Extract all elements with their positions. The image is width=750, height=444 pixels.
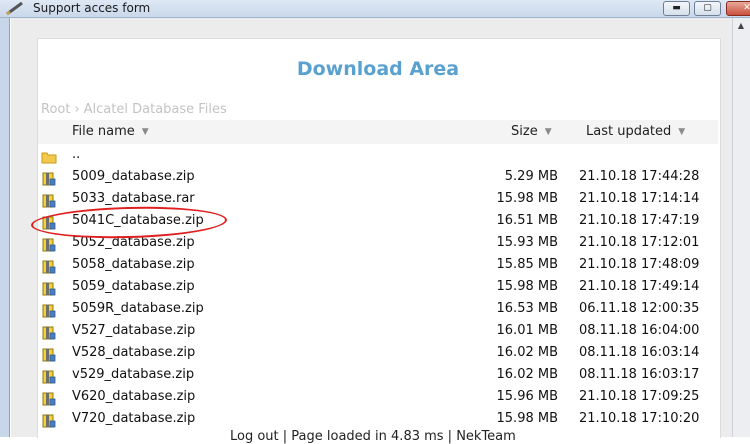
table-row[interactable]: 5009_database.zip 5.29 MB 21.10.18 17:44:2… xyxy=(38,166,718,188)
table-row[interactable]: V528_database.zip 16.02 MB 08.11.18 16:03:… xyxy=(38,342,718,364)
file-name-link[interactable]: 5059_database.zip xyxy=(72,279,195,294)
minimize-button[interactable]: ▬ xyxy=(663,1,690,16)
file-last-updated: 21.10.18 17:12:01 xyxy=(579,235,700,250)
file-size: 16.51 MB xyxy=(496,213,558,228)
file-last-updated: 08.11.18 16:03:14 xyxy=(579,345,700,360)
file-size: 15.98 MB xyxy=(496,411,558,426)
column-header-updated[interactable]: Last updated ▼ xyxy=(586,124,685,139)
file-list: .. 5009_database.zip 5.29 MB 21.10.18 17:44… xyxy=(38,144,718,430)
file-last-updated: 21.10.18 17:48:09 xyxy=(579,257,700,272)
file-last-updated: 06.11.18 12:00:35 xyxy=(579,301,700,316)
zip-file-icon xyxy=(41,413,57,432)
window-frame-left xyxy=(0,18,10,437)
file-last-updated: 21.10.18 17:49:14 xyxy=(579,279,700,294)
column-header-size-label: Size xyxy=(511,124,538,139)
file-last-updated: 21.10.18 17:14:14 xyxy=(579,191,700,206)
file-size: 16.02 MB xyxy=(496,345,558,360)
file-name-link[interactable]: V527_database.zip xyxy=(72,323,195,338)
window-title: Support acces form xyxy=(33,1,151,15)
table-row[interactable]: v529_database.zip 16.02 MB 08.11.18 16:03:… xyxy=(38,364,718,386)
table-row[interactable]: V620_database.zip 15.96 MB 21.10.18 17:09:… xyxy=(38,386,718,408)
file-name-link[interactable]: .. xyxy=(72,147,80,162)
close-button[interactable]: ✕ xyxy=(726,1,750,16)
file-size: 15.85 MB xyxy=(496,257,558,272)
breadcrumb-separator: › xyxy=(74,102,80,117)
breadcrumb: Root › Alcatel Database Files xyxy=(41,102,227,117)
file-last-updated: 21.10.18 17:09:25 xyxy=(579,389,700,404)
table-row[interactable]: V527_database.zip 16.01 MB 08.11.18 16:04:… xyxy=(38,320,718,342)
table-header: File name ▼ Size ▼ Last updated ▼ xyxy=(38,120,718,144)
file-size: 5.29 MB xyxy=(504,169,558,184)
file-last-updated: 08.11.18 16:04:00 xyxy=(579,323,700,338)
file-last-updated: 08.11.18 16:03:17 xyxy=(579,367,700,382)
breadcrumb-current: Alcatel Database Files xyxy=(83,102,227,117)
file-size: 16.01 MB xyxy=(496,323,558,338)
table-row[interactable]: .. xyxy=(38,144,718,166)
page-title: Download Area xyxy=(296,58,460,80)
column-header-name[interactable]: File name ▼ xyxy=(72,124,149,139)
column-header-name-label: File name xyxy=(72,124,135,139)
table-row[interactable]: 5059_database.zip 15.98 MB 21.10.18 17:49:… xyxy=(38,276,718,298)
breadcrumb-root[interactable]: Root xyxy=(41,102,70,117)
file-size: 15.98 MB xyxy=(496,279,558,294)
vertical-scrollbar[interactable] xyxy=(732,18,750,437)
file-name-link[interactable]: 5059R_database.zip xyxy=(72,301,204,316)
file-size: 15.98 MB xyxy=(496,191,558,206)
file-size: 15.96 MB xyxy=(496,389,558,404)
maximize-button[interactable]: ▢ xyxy=(694,1,721,16)
file-name-link[interactable]: V528_database.zip xyxy=(72,345,195,360)
column-header-size[interactable]: Size ▼ xyxy=(511,124,552,139)
file-last-updated: 21.10.18 17:47:19 xyxy=(579,213,700,228)
table-row[interactable]: 5059R_database.zip 16.53 MB 06.11.18 12:00… xyxy=(38,298,718,320)
file-last-updated: 21.10.18 17:10:20 xyxy=(579,411,700,426)
file-size: 15.93 MB xyxy=(496,235,558,250)
file-name-link[interactable]: V720_database.zip xyxy=(72,411,195,426)
table-row[interactable]: V720_database.zip 15.98 MB 21.10.18 17:10:… xyxy=(38,408,718,430)
scroll-up-arrow-icon[interactable]: ▲ xyxy=(736,21,746,31)
file-name-link[interactable]: v529_database.zip xyxy=(72,367,194,382)
file-name-link[interactable]: 5033_database.rar xyxy=(72,191,195,206)
file-name-link[interactable]: V620_database.zip xyxy=(72,389,195,404)
column-header-updated-label: Last updated xyxy=(586,124,672,139)
sort-down-icon: ▼ xyxy=(141,127,149,137)
file-name-link[interactable]: 5009_database.zip xyxy=(72,169,195,184)
file-name-link[interactable]: 5058_database.zip xyxy=(72,257,195,272)
window-titlebar: Support acces form ▬ ▢ ✕ xyxy=(0,0,750,18)
sort-down-icon: ▼ xyxy=(678,127,686,137)
file-size: 16.02 MB xyxy=(496,367,558,382)
file-last-updated: 21.10.18 17:44:28 xyxy=(579,169,700,184)
pen-icon xyxy=(6,1,23,16)
sort-down-icon: ▼ xyxy=(544,127,552,137)
file-size: 16.53 MB xyxy=(496,301,558,316)
table-row[interactable]: 5058_database.zip 15.85 MB 21.10.18 17:48:… xyxy=(38,254,718,276)
